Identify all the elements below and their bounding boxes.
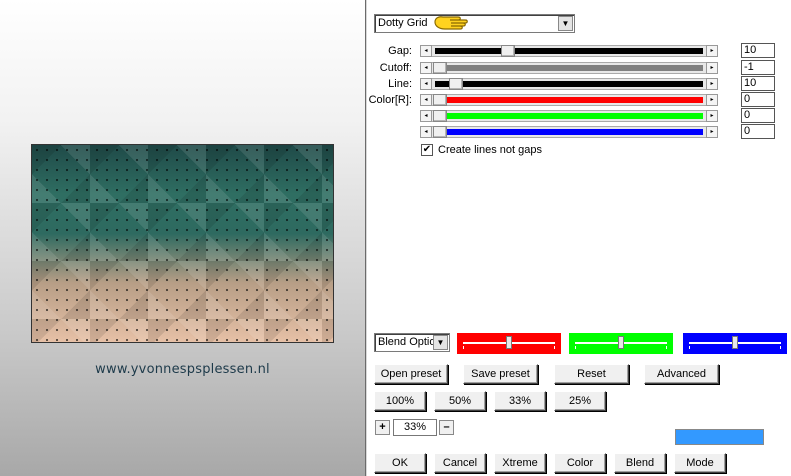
slider-track[interactable]: ◂ ▸ [420,110,718,122]
ok-button[interactable]: OK [374,453,426,473]
slider-value-field[interactable]: 10 [741,76,775,91]
slider-thumb[interactable] [500,45,515,57]
save-preset-button[interactable]: Save preset [463,364,538,384]
slider-label: Color[R]: [368,94,412,106]
arrow-right-icon[interactable]: ▸ [706,94,718,106]
slider-value-field[interactable]: 0 [741,108,775,123]
slider-thumb[interactable] [433,110,447,122]
filter-select[interactable]: Dotty Grid ▼ [374,14,575,33]
arrow-left-icon[interactable]: ◂ [420,110,432,122]
slider-fill [435,48,703,54]
mini-slider-thumb[interactable] [618,336,624,349]
chevron-down-icon[interactable]: ▼ [433,335,448,350]
advanced-button[interactable]: Advanced [644,364,719,384]
create-lines-label: Create lines not gaps [438,144,542,156]
chevron-down-icon[interactable]: ▼ [558,16,573,31]
slider-row-color-g: ◂ ▸ 0 [368,108,791,123]
preview-color-swatch[interactable] [675,429,764,445]
open-preset-button[interactable]: Open preset [374,364,448,384]
color-button[interactable]: Color [554,453,606,473]
blend-options-select[interactable]: Blend Optio ▼ [374,333,450,352]
slider-label: Gap: [388,45,412,57]
slider-row-cutoff: Cutoff: ◂ ▸ -1 [368,60,791,75]
blend-button[interactable]: Blend [614,453,666,473]
slider-value-field[interactable]: 0 [741,92,775,107]
zoom-50-button[interactable]: 50% [434,391,486,411]
slider-fill [435,81,703,87]
slider-thumb[interactable] [448,78,463,90]
slider-label: Cutoff: [379,62,412,74]
slider-fill [435,129,703,135]
zoom-out-button[interactable]: – [439,420,454,435]
slider-value-field[interactable]: 10 [741,43,775,58]
arrow-right-icon[interactable]: ▸ [706,45,718,57]
arrow-left-icon[interactable]: ◂ [420,78,432,90]
slider-track[interactable]: ◂ ▸ [420,45,718,57]
watermark-text: www.yvonnespsplessen.nl [95,362,270,377]
xtreme-button[interactable]: Xtreme [494,453,546,473]
slider-track[interactable]: ◂ ▸ [420,94,718,106]
slider-row-color-r: Color[R]: ◂ ▸ 0 [368,92,791,107]
slider-value-field[interactable]: 0 [741,124,775,139]
slider-track[interactable]: ◂ ▸ [420,126,718,138]
preview-image[interactable] [31,144,334,343]
slider-fill [435,65,703,71]
arrow-left-icon[interactable]: ◂ [420,126,432,138]
cancel-button[interactable]: Cancel [434,453,486,473]
create-lines-checkbox[interactable]: ✔ [421,144,433,156]
zoom-25-button[interactable]: 25% [554,391,606,411]
zoom-field[interactable]: 33% [393,419,437,436]
slider-row-gap: Gap: ◂ ▸ 10 [368,43,791,58]
pointing-hand-icon [434,16,468,30]
slider-thumb[interactable] [433,126,447,138]
mode-button[interactable]: Mode [674,453,726,473]
pane-divider[interactable] [365,0,367,476]
arrow-left-icon[interactable]: ◂ [420,94,432,106]
blend-options-value: Blend Optio [378,336,436,348]
slider-value-field[interactable]: -1 [741,60,775,75]
green-mix-slider[interactable] [569,333,673,354]
reset-button[interactable]: Reset [554,364,629,384]
slider-track[interactable]: ◂ ▸ [420,62,718,74]
slider-fill [435,113,703,119]
preview-dot-grid [32,145,333,342]
filter-select-value: Dotty Grid [378,17,428,29]
slider-row-line: Line: ◂ ▸ 10 [368,76,791,91]
slider-fill [435,97,703,103]
arrow-right-icon[interactable]: ▸ [706,78,718,90]
mini-slider-thumb[interactable] [732,336,738,349]
zoom-in-button[interactable]: + [375,420,390,435]
slider-track[interactable]: ◂ ▸ [420,78,718,90]
arrow-right-icon[interactable]: ▸ [706,110,718,122]
arrow-left-icon[interactable]: ◂ [420,62,432,74]
blue-mix-slider[interactable] [683,333,787,354]
red-mix-slider[interactable] [457,333,561,354]
slider-thumb[interactable] [433,62,447,74]
slider-label: Line: [388,78,412,90]
slider-row-color-b: ◂ ▸ 0 [368,124,791,139]
mini-slider-thumb[interactable] [506,336,512,349]
arrow-right-icon[interactable]: ▸ [706,126,718,138]
arrow-left-icon[interactable]: ◂ [420,45,432,57]
slider-thumb[interactable] [433,94,447,106]
arrow-right-icon[interactable]: ▸ [706,62,718,74]
zoom-100-button[interactable]: 100% [374,391,426,411]
zoom-33-button[interactable]: 33% [494,391,546,411]
